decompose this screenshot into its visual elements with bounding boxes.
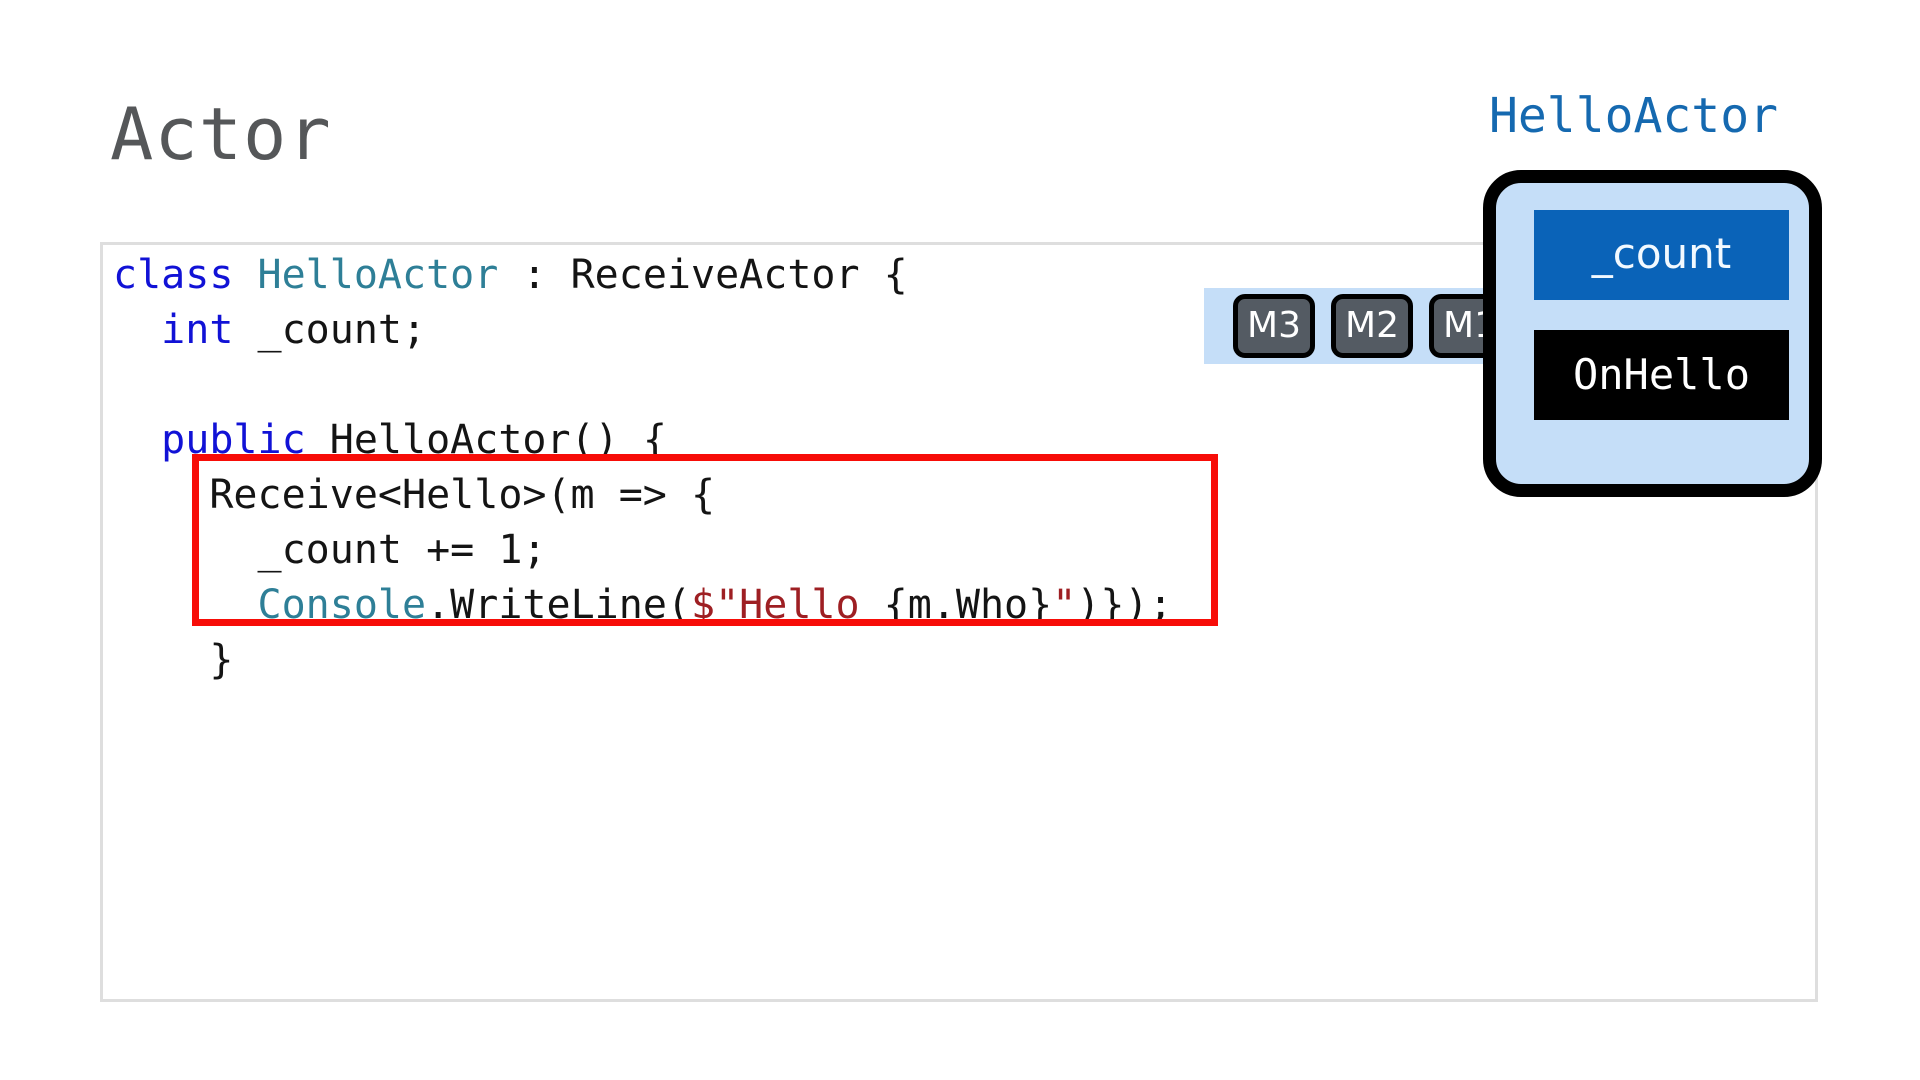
code-token: int <box>161 307 234 353</box>
code-line: public HelloActor() { <box>113 413 1173 468</box>
message-box-m2: M2 <box>1331 294 1413 358</box>
code-line: Console.WriteLine($"Hello {m.Who}")}); <box>113 578 1173 633</box>
code-token: Console <box>257 582 427 628</box>
code-token: _count += 1; <box>113 527 547 573</box>
code-token: .WriteLine( <box>426 582 691 628</box>
code-block: class HelloActor : ReceiveActor { int _c… <box>113 248 1173 688</box>
code-token: _count; <box>233 307 427 353</box>
code-token: : ReceiveActor { <box>498 252 908 298</box>
actor-state-field: _count <box>1534 210 1789 300</box>
code-token: )}); <box>1076 582 1173 628</box>
code-token: HelloActor() { <box>305 417 667 463</box>
actor-name-label: HelloActor <box>1489 88 1778 144</box>
code-line: Receive<Hello>(m => { <box>113 468 1173 523</box>
code-token: {m.Who} <box>883 582 1053 628</box>
code-line: class HelloActor : ReceiveActor { <box>113 248 1173 303</box>
code-token: $"Hello <box>690 582 884 628</box>
code-line: int _count; <box>113 303 1173 358</box>
code-token: } <box>113 637 234 683</box>
message-box-m3: M3 <box>1233 294 1315 358</box>
code-token: public <box>161 417 306 463</box>
code-token: Receive<Hello>(m => { <box>113 472 716 518</box>
code-token: HelloActor <box>257 252 499 298</box>
actor-behavior-handler: OnHello <box>1534 330 1789 420</box>
code-line: _count += 1; <box>113 523 1173 578</box>
code-line: } <box>113 633 1173 688</box>
page-title: Actor <box>110 92 332 176</box>
code-token: class <box>113 252 258 298</box>
code-token: " <box>1052 582 1077 628</box>
